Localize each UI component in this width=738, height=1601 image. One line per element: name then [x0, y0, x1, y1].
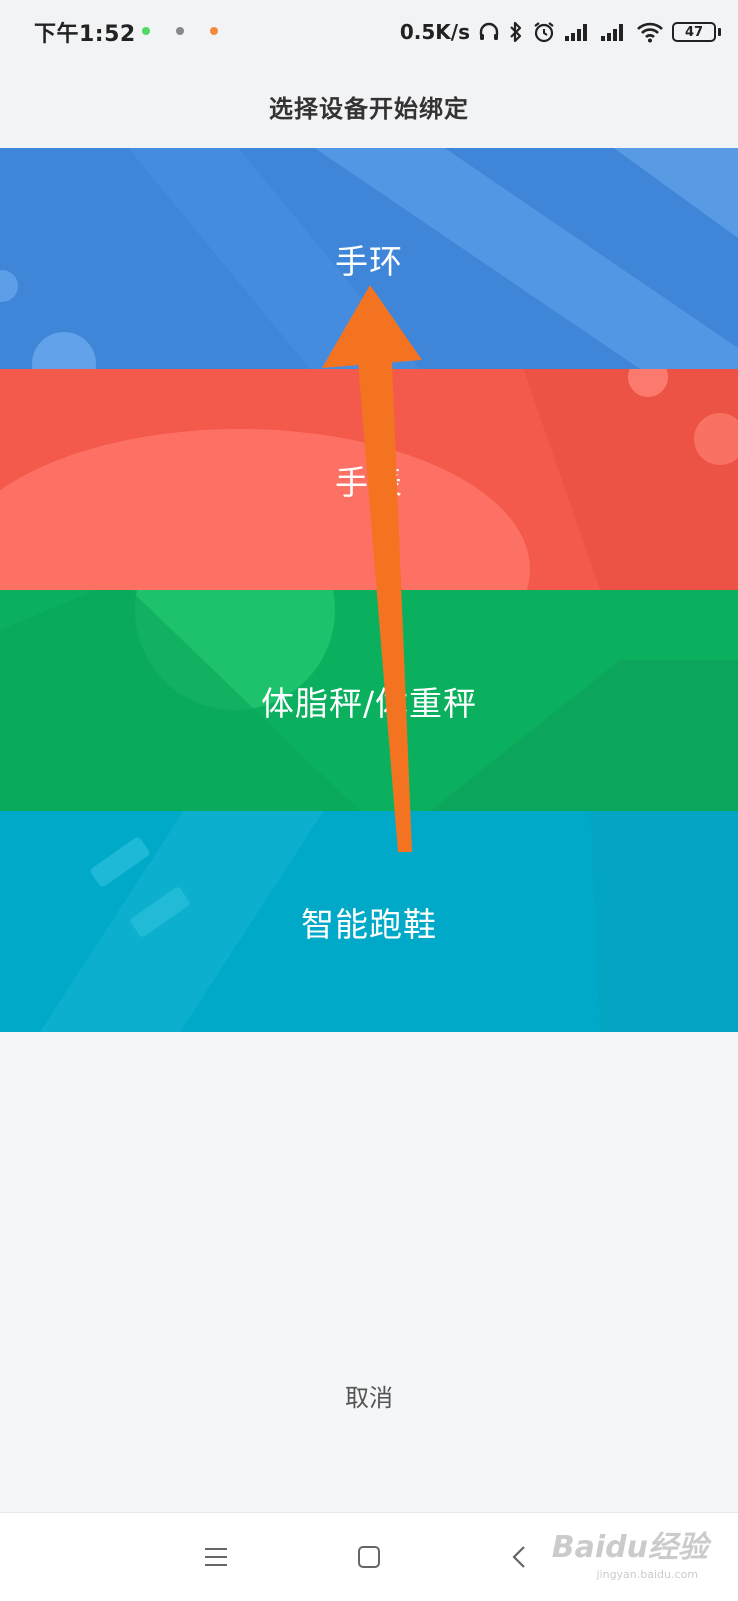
title-bar: 选择设备开始绑定 [0, 64, 738, 148]
back-icon[interactable] [497, 1535, 541, 1579]
notification-dot-icon [176, 27, 184, 35]
wifi-icon [636, 21, 664, 43]
signal-icon [600, 22, 628, 42]
device-label: 智能跑鞋 [301, 904, 437, 944]
device-card-band[interactable]: 手环 [0, 148, 738, 369]
notification-dot-icon [210, 27, 218, 35]
device-label: 手环 [335, 241, 403, 281]
battery-level: 47 [672, 22, 716, 42]
status-icons: 0.5K/s 47 [400, 14, 722, 50]
alarm-icon [532, 20, 556, 44]
status-bar: 下午1:52 0.5K/s 47 [0, 0, 738, 64]
cancel-button[interactable]: 取消 [0, 1360, 738, 1430]
signal-icon [564, 22, 592, 42]
device-label: 体脂秤/体重秤 [260, 683, 478, 723]
network-speed: 0.5K/s [399, 20, 470, 44]
page-title: 选择设备开始绑定 [269, 94, 469, 123]
device-card-watch[interactable]: 手表 [0, 369, 738, 590]
watermark-logo: Baidu经验 [551, 1530, 708, 1565]
bluetooth-icon [508, 20, 524, 44]
device-card-shoes[interactable]: 智能跑鞋 [0, 811, 738, 1032]
device-card-scale[interactable]: 体脂秤/体重秤 [0, 590, 738, 811]
status-time: 下午1:52 [34, 22, 136, 47]
battery-icon: 47 [672, 21, 722, 43]
device-label: 手表 [335, 462, 403, 502]
headphones-icon [478, 21, 500, 43]
menu-icon[interactable] [194, 1535, 238, 1579]
home-icon[interactable] [347, 1535, 391, 1579]
notification-dot-icon [142, 27, 150, 35]
watermark-url: jingyan.baidu.com [596, 1568, 698, 1581]
